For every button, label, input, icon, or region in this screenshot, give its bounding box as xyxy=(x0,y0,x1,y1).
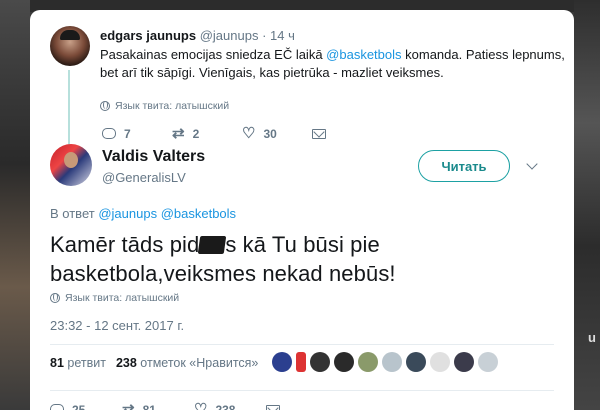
parent-time[interactable]: · 14 ч xyxy=(262,28,295,43)
chevron-down-icon[interactable] xyxy=(526,158,538,170)
main-tweet-text: Kamēr tāds pid s kā Tu būsi pie basketbol… xyxy=(50,230,554,288)
reply-icon xyxy=(102,128,116,139)
parent-language-label: Язык твита: латышский xyxy=(115,100,230,112)
liker-avatar[interactable] xyxy=(406,352,426,372)
like-stat[interactable]: 238 отметок «Нравится» xyxy=(116,356,258,370)
retweet-icon: ⇄ xyxy=(172,125,185,142)
background-text: u xyxy=(588,330,596,345)
parent-language: Язык твита: латышский xyxy=(100,100,229,112)
mail-icon xyxy=(266,404,280,410)
censor-bar xyxy=(198,236,227,254)
main-author-handle[interactable]: @GeneralisLV xyxy=(102,170,186,185)
retweet-stat-label: ретвит xyxy=(67,356,106,370)
liker-avatar[interactable] xyxy=(454,352,474,372)
main-like-count: 238 xyxy=(215,402,236,410)
liker-avatar[interactable] xyxy=(478,352,498,372)
liker-avatars xyxy=(272,352,498,372)
parent-like-count: 30 xyxy=(263,126,277,141)
background-photo-right: u xyxy=(574,0,600,410)
heart-icon: ♡ xyxy=(194,401,208,410)
reply-mention-basketbols[interactable]: @basketbols xyxy=(161,206,236,221)
liker-avatar[interactable] xyxy=(358,352,378,372)
main-text-part1: Kamēr tāds pid xyxy=(50,232,200,257)
retweet-stat-count: 81 xyxy=(50,356,64,370)
parent-header: edgars jaunups @jaunups · 14 ч xyxy=(100,28,295,43)
follow-button[interactable]: Читать xyxy=(418,150,510,182)
parent-actions: 7 ⇄ 2 ♡ 30 xyxy=(102,126,382,141)
heart-icon: ♡ xyxy=(242,125,256,142)
tweet-card: edgars jaunups @jaunups · 14 ч Pasakaina… xyxy=(30,10,574,410)
liker-avatar[interactable] xyxy=(310,352,330,372)
parent-reply-count: 7 xyxy=(124,126,131,141)
liker-avatar[interactable] xyxy=(382,352,402,372)
parent-retweet-count: 2 xyxy=(192,126,200,141)
main-author-name[interactable]: Valdis Valters xyxy=(102,148,205,166)
main-avatar[interactable] xyxy=(50,144,92,186)
parent-author-handle[interactable]: @jaunups xyxy=(200,28,259,43)
main-reply-count: 25 xyxy=(72,402,86,410)
engagement-stats: 81 ретвит 238 отметок «Нравится» xyxy=(50,356,258,370)
main-actions: 25 ⇄ 81 ♡ 238 xyxy=(50,402,336,410)
reply-icon xyxy=(50,404,64,410)
divider xyxy=(50,390,554,391)
parent-retweet-button[interactable]: ⇄ 2 xyxy=(172,126,242,141)
background-photo-left xyxy=(0,0,30,410)
globe-icon xyxy=(100,101,110,111)
parent-text: Pasakainas emocijas sniedza EČ laikā @ba… xyxy=(100,46,570,82)
retweet-stat[interactable]: 81 ретвит xyxy=(50,356,106,370)
reply-to-line: В ответ @jaunups @basketbols xyxy=(50,206,236,221)
liker-avatar[interactable] xyxy=(430,352,450,372)
main-retweet-button[interactable]: ⇄ 81 xyxy=(122,402,194,410)
main-dm-button[interactable] xyxy=(266,404,336,410)
mail-icon xyxy=(312,128,326,139)
parent-tweet[interactable]: edgars jaunups @jaunups · 14 ч Pasakaina… xyxy=(50,26,565,146)
main-reply-button[interactable]: 25 xyxy=(50,403,122,410)
main-language-label: Язык твита: латышский xyxy=(65,292,180,304)
parent-dm-button[interactable] xyxy=(312,128,382,139)
parent-text-before: Pasakainas emocijas sniedza EČ laikā xyxy=(100,47,327,62)
reply-to-prefix: В ответ xyxy=(50,206,95,221)
main-timestamp[interactable]: 23:32 - 12 сент. 2017 г. xyxy=(50,318,184,333)
divider xyxy=(50,344,554,345)
liker-avatar[interactable] xyxy=(296,352,306,372)
main-retweet-count: 81 xyxy=(142,402,156,410)
parent-like-button[interactable]: ♡ 30 xyxy=(242,126,312,141)
main-like-button[interactable]: ♡ 238 xyxy=(194,402,266,410)
parent-avatar[interactable] xyxy=(50,26,90,66)
thread-connector xyxy=(68,70,70,150)
main-language: Язык твита: латышский xyxy=(50,292,179,304)
like-stat-label: отметок «Нравится» xyxy=(140,356,259,370)
parent-mention-link[interactable]: @basketbols xyxy=(326,47,401,62)
liker-avatar[interactable] xyxy=(334,352,354,372)
reply-mention-jaunups[interactable]: @jaunups xyxy=(98,206,157,221)
parent-author-name[interactable]: edgars jaunups xyxy=(100,28,196,43)
globe-icon xyxy=(50,293,60,303)
liker-avatar[interactable] xyxy=(272,352,292,372)
like-stat-count: 238 xyxy=(115,356,137,370)
retweet-icon: ⇄ xyxy=(122,401,135,410)
parent-reply-button[interactable]: 7 xyxy=(102,127,172,141)
